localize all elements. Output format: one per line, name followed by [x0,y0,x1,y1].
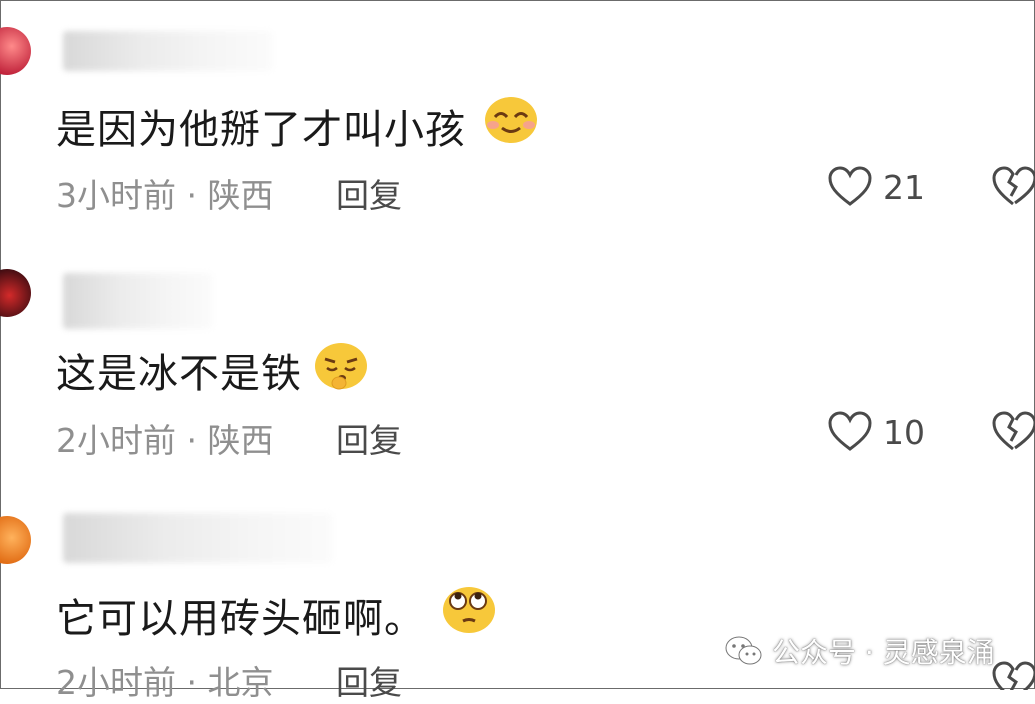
broken-heart-icon[interactable] [991,166,1035,208]
comment-meta: 2小时前 · 北京 [56,663,274,702]
username-blurred[interactable] [63,513,333,563]
reply-button[interactable]: 回复 [336,656,402,704]
avatar[interactable] [0,269,31,317]
reply-button[interactable]: 回复 [336,414,402,462]
heart-icon [828,166,872,206]
like-button[interactable]: 21 [827,166,925,208]
like-button[interactable]: 10 [827,411,925,453]
username-blurred[interactable] [63,31,273,71]
shushing-emoji-icon [315,343,367,390]
reply-button[interactable]: 回复 [336,169,402,217]
avatar[interactable] [0,516,31,564]
comment-meta: 2小时前 · 陕西 [56,421,274,460]
watermark: 公众号 · 灵感泉涌 [724,631,995,671]
heart-icon [828,411,872,451]
wechat-icon [725,636,762,665]
broken-heart-icon[interactable] [991,411,1035,453]
comment-text: 这是冰不是铁 [56,351,302,397]
username-blurred[interactable] [63,273,213,329]
comment-text: 是因为他掰了才叫小孩 [56,107,466,153]
avatar[interactable] [0,27,31,75]
eye-roll-emoji-icon [443,587,495,633]
like-count: 10 [883,412,925,452]
broken-heart-icon[interactable] [991,661,1035,690]
smile-emoji-icon [485,97,537,143]
comment-meta: 3小时前 · 陕西 [56,176,274,215]
like-count: 21 [883,167,925,207]
comment-text: 它可以用砖头砸啊。 [56,596,425,642]
